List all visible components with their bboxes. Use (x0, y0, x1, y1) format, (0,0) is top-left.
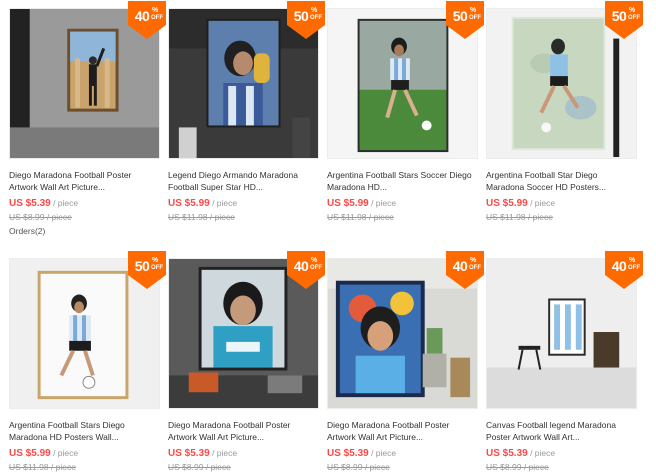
product-card[interactable]: 40 % OFF Diego Maradona Football Poster … (9, 1, 166, 258)
original-price-unit: / piece (44, 212, 72, 222)
product-title[interactable]: Argentina Football Stars Diego Maradona … (9, 419, 160, 443)
percent-sign: % (629, 257, 636, 264)
discount-badge: 50 % OFF (446, 1, 484, 39)
product-price: US $5.39 / piece (327, 446, 478, 461)
price-unit: / piece (368, 198, 397, 208)
original-price-unit: / piece (203, 462, 231, 472)
original-price-unit: / piece (48, 462, 76, 472)
product-title[interactable]: Legend Diego Armando Maradona Football S… (168, 169, 319, 193)
price-amount: US $5.39 (327, 448, 369, 459)
price-amount: US $5.99 (168, 198, 210, 209)
original-price-amount: US $8.99 (9, 212, 45, 222)
price-amount: US $5.39 (168, 448, 210, 459)
product-card[interactable]: 40 % OFF Diego Maradona Football Poster … (168, 251, 325, 472)
original-price: US $8.99 / piece (168, 461, 319, 473)
product-price: US $5.99 / piece (9, 446, 160, 461)
product-price: US $5.39 / piece (9, 196, 160, 211)
original-price: US $11.98 / piece (486, 211, 637, 223)
off-label: OFF (628, 15, 640, 21)
discount-value: 40 (293, 258, 309, 274)
product-card[interactable]: 50 % OFF Argentina Football Stars Diego … (9, 251, 166, 472)
price-unit: / piece (527, 448, 556, 458)
product-price: US $5.39 / piece (486, 446, 637, 461)
discount-value: 50 (611, 8, 627, 24)
orders-count: Orders(2) (9, 226, 46, 236)
original-price-unit: / piece (366, 212, 394, 222)
original-price-unit: / piece (521, 462, 549, 472)
original-price-amount: US $11.98 (486, 212, 526, 222)
original-price: US $8.99 / piece (486, 461, 637, 473)
discount-badge: 40 % OFF (446, 251, 484, 289)
product-price: US $5.99 / piece (327, 196, 478, 211)
price-amount: US $5.99 (9, 448, 51, 459)
off-label: OFF (469, 265, 481, 271)
original-price: US $8.99 / piece (9, 211, 160, 223)
original-price: US $11.98 / piece (168, 211, 319, 223)
product-card[interactable]: 40 % OFF Diego Maradona Football Poster … (327, 251, 484, 472)
price-amount: US $5.39 (9, 198, 51, 209)
off-label: OFF (151, 265, 163, 271)
product-card[interactable]: 40 % OFF Canvas Football legend Maradona… (486, 251, 643, 472)
discount-value: 40 (134, 8, 150, 24)
discount-value: 50 (293, 8, 309, 24)
original-price-amount: US $11.98 (9, 462, 49, 472)
percent-sign: % (470, 7, 477, 14)
price-unit: / piece (209, 198, 238, 208)
percent-sign: % (311, 257, 318, 264)
original-price-amount: US $11.98 (168, 212, 208, 222)
product-price: US $5.99 / piece (486, 196, 637, 211)
price-unit: / piece (209, 448, 238, 458)
product-title[interactable]: Canvas Football legend Maradona Poster A… (486, 419, 637, 443)
product-card[interactable]: 50 % OFF Argentina Football Stars Soccer… (327, 1, 484, 258)
discount-badge: 40 % OFF (128, 1, 166, 39)
original-price-unit: / piece (362, 462, 390, 472)
off-label: OFF (628, 265, 640, 271)
original-price-amount: US $11.98 (327, 212, 367, 222)
price-amount: US $5.99 (327, 198, 369, 209)
percent-sign: % (152, 7, 159, 14)
price-unit: / piece (50, 198, 79, 208)
price-unit: / piece (368, 448, 397, 458)
discount-badge: 40 % OFF (287, 251, 325, 289)
discount-value: 50 (134, 258, 150, 274)
product-title[interactable]: Argentina Football Stars Soccer Diego Ma… (327, 169, 478, 193)
off-label: OFF (151, 15, 163, 21)
product-title[interactable]: Argentina Football Star Diego Maradona S… (486, 169, 637, 193)
original-price-amount: US $8.99 (168, 462, 204, 472)
product-price: US $5.99 / piece (168, 196, 319, 211)
discount-badge: 40 % OFF (605, 251, 643, 289)
original-price: US $11.98 / piece (9, 461, 160, 473)
percent-sign: % (152, 257, 159, 264)
product-title[interactable]: Diego Maradona Football Poster Artwork W… (327, 419, 478, 443)
percent-sign: % (311, 7, 318, 14)
product-grid: 40 % OFF Diego Maradona Football Poster … (9, 1, 643, 472)
price-unit: / piece (527, 198, 556, 208)
original-price: US $8.99 / piece (327, 461, 478, 473)
discount-badge: 50 % OFF (287, 1, 325, 39)
off-label: OFF (310, 265, 322, 271)
product-price: US $5.39 / piece (168, 446, 319, 461)
original-price-amount: US $8.99 (327, 462, 363, 472)
percent-sign: % (629, 7, 636, 14)
product-card[interactable]: 50 % OFF Legend Diego Armando Maradona F… (168, 1, 325, 258)
original-price-amount: US $8.99 (486, 462, 522, 472)
original-price: US $11.98 / piece (327, 211, 478, 223)
off-label: OFF (469, 15, 481, 21)
discount-value: 40 (611, 258, 627, 274)
discount-value: 40 (452, 258, 468, 274)
price-amount: US $5.99 (486, 198, 528, 209)
discount-badge: 50 % OFF (128, 251, 166, 289)
off-label: OFF (310, 15, 322, 21)
discount-value: 50 (452, 8, 468, 24)
price-amount: US $5.39 (486, 448, 528, 459)
discount-badge: 50 % OFF (605, 1, 643, 39)
original-price-unit: / piece (207, 212, 235, 222)
price-unit: / piece (50, 448, 79, 458)
percent-sign: % (470, 257, 477, 264)
product-title[interactable]: Diego Maradona Football Poster Artwork W… (9, 169, 160, 193)
product-card[interactable]: 50 % OFF Argentina Football Star Diego M… (486, 1, 643, 258)
product-title[interactable]: Diego Maradona Football Poster Artwork W… (168, 419, 319, 443)
original-price-unit: / piece (525, 212, 553, 222)
